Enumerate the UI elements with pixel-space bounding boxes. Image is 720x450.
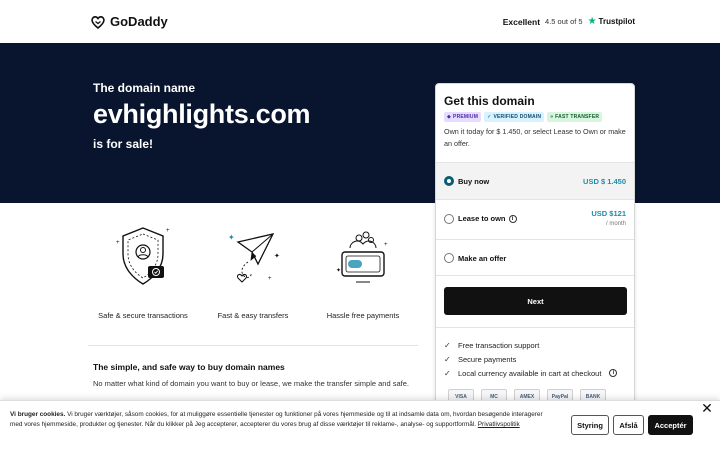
benefit-label: Secure payments xyxy=(458,354,517,364)
svg-text:✦: ✦ xyxy=(228,233,235,242)
option-divider xyxy=(436,275,634,276)
hero-subtitle: is for sale! xyxy=(93,137,154,151)
trustpilot-widget[interactable]: Excellent 4.5 out of 5 ★ Trustpilot xyxy=(503,16,635,27)
option-label: Lease to own xyxy=(458,214,506,223)
badge-label: VERIFIED DOMAIN xyxy=(493,114,542,120)
card-divider xyxy=(436,327,634,328)
option-label-wrap: Lease to own i xyxy=(458,214,517,223)
cookie-text: Vi bruger værktøjer, såsom cookies, for … xyxy=(10,411,543,428)
radio-buy-now[interactable] xyxy=(444,176,454,186)
trustpilot-text: Trustpilot xyxy=(598,17,635,26)
trustpilot-brand: ★ Trustpilot xyxy=(588,16,635,27)
privacy-policy-link[interactable]: Privatlivspolitik xyxy=(478,421,520,428)
cookie-settings-button[interactable]: Styring xyxy=(571,415,609,435)
radio-make-offer[interactable] xyxy=(444,253,454,263)
check-icon: ✓ xyxy=(444,340,451,350)
own-text: Own it today for $ 1.450, or select Leas… xyxy=(444,127,626,148)
info-icon[interactable]: i xyxy=(508,214,517,223)
star-icon: ★ xyxy=(587,16,597,27)
domain-name: evhighlights.com xyxy=(93,99,311,129)
hero-pretitle: The domain name xyxy=(93,81,196,95)
option-price: USD $121 xyxy=(591,209,626,218)
info-icon[interactable]: i xyxy=(609,369,618,377)
check-icon: ✓ xyxy=(444,354,451,364)
logo-text: GoDaddy xyxy=(110,14,168,29)
svg-text:+: + xyxy=(384,242,388,248)
info-title: The simple, and safe way to buy domain n… xyxy=(93,362,285,372)
godaddy-logo[interactable]: GoDaddy xyxy=(90,14,168,29)
fast-forward-icon: » xyxy=(550,114,554,120)
option-lease-to-own[interactable]: Lease to own i USD $121 / month xyxy=(436,199,634,239)
feature-label: Hassle free payments xyxy=(326,311,400,320)
next-button[interactable]: Next xyxy=(444,287,627,315)
feature-transfer: ✦ ✦ + Fast & easy transfers xyxy=(198,222,308,320)
fast-transfer-badge: » FAST TRANSFER xyxy=(547,112,603,122)
feature-secure: + + Safe & secure transactions xyxy=(88,222,198,320)
card-title: Get this domain xyxy=(444,94,535,108)
cookie-text-block: Vi bruger cookies. Vi bruger værktøjer, … xyxy=(10,410,555,430)
check-icon: ✓ xyxy=(444,368,451,378)
benefit-item: ✓ Secure payments xyxy=(444,352,630,366)
diamond-icon: ◆ xyxy=(447,114,452,120)
svg-text:✦: ✦ xyxy=(274,252,280,260)
svg-text:+: + xyxy=(116,240,120,246)
svg-text:✦: ✦ xyxy=(336,267,341,274)
benefit-item: ✓ Local currency available in cart at che… xyxy=(444,366,630,380)
cookie-decline-button[interactable]: Afslå xyxy=(613,415,644,435)
benefit-label: Free transaction support xyxy=(458,340,540,350)
svg-text:+: + xyxy=(166,228,170,234)
top-bar: GoDaddy Excellent 4.5 out of 5 ★ Trustpi… xyxy=(0,0,720,43)
badge-label: PREMIUM xyxy=(453,114,479,120)
feature-payments: + ✦ Hassle free payments xyxy=(308,222,418,320)
option-period: / month xyxy=(605,221,626,227)
paper-plane-icon: ✦ ✦ + xyxy=(228,233,280,283)
option-buy-now[interactable]: Buy now USD $ 1.450 xyxy=(436,162,634,199)
benefit-item: ✓ Free transaction support xyxy=(444,338,630,352)
check-circle-icon: ✓ xyxy=(487,114,492,120)
badge-row: ◆ PREMIUM ✓ VERIFIED DOMAIN » FAST TRANSFER xyxy=(444,112,603,122)
close-icon[interactable]: ✕ xyxy=(700,401,714,415)
feature-label: Fast & easy transfers xyxy=(217,311,289,320)
benefit-label: Local currency available in cart at chec… xyxy=(458,368,602,378)
shield-icon: + + xyxy=(116,227,170,285)
trust-rating: 4.5 out of 5 xyxy=(545,17,583,26)
cookie-accept-button[interactable]: Acceptér xyxy=(648,415,693,435)
option-price: USD $ 1.450 xyxy=(583,177,626,186)
money-icon: + ✦ xyxy=(336,231,388,283)
feature-label: Safe & secure transactions xyxy=(98,311,188,320)
godaddy-logo-icon xyxy=(91,15,105,29)
cookie-banner: Vi bruger cookies. Vi bruger værktøjer, … xyxy=(0,400,720,450)
features-row: + + Safe & secure transactions ✦ ✦ + Fas… xyxy=(88,222,418,322)
benefits-list: ✓ Free transaction support ✓ Secure paymen… xyxy=(444,338,630,380)
trust-label: Excellent xyxy=(502,16,541,27)
option-label: Make an offer xyxy=(458,254,507,263)
buy-domain-card: Get this domain ◆ PREMIUM ✓ VERIFIED DOMAI… xyxy=(435,83,635,413)
radio-lease-to-own[interactable] xyxy=(444,214,454,224)
option-make-offer[interactable]: Make an offer xyxy=(436,239,634,275)
cookie-heading: Vi bruger cookies. xyxy=(10,411,66,418)
svg-text:+: + xyxy=(268,276,272,282)
premium-badge: ◆ PREMIUM xyxy=(444,112,482,122)
verified-badge: ✓ VERIFIED DOMAIN xyxy=(484,112,545,122)
info-text: No matter what kind of domain you want t… xyxy=(93,379,409,388)
section-divider xyxy=(88,345,418,346)
option-label: Buy now xyxy=(458,177,490,186)
badge-label: FAST TRANSFER xyxy=(555,114,600,120)
